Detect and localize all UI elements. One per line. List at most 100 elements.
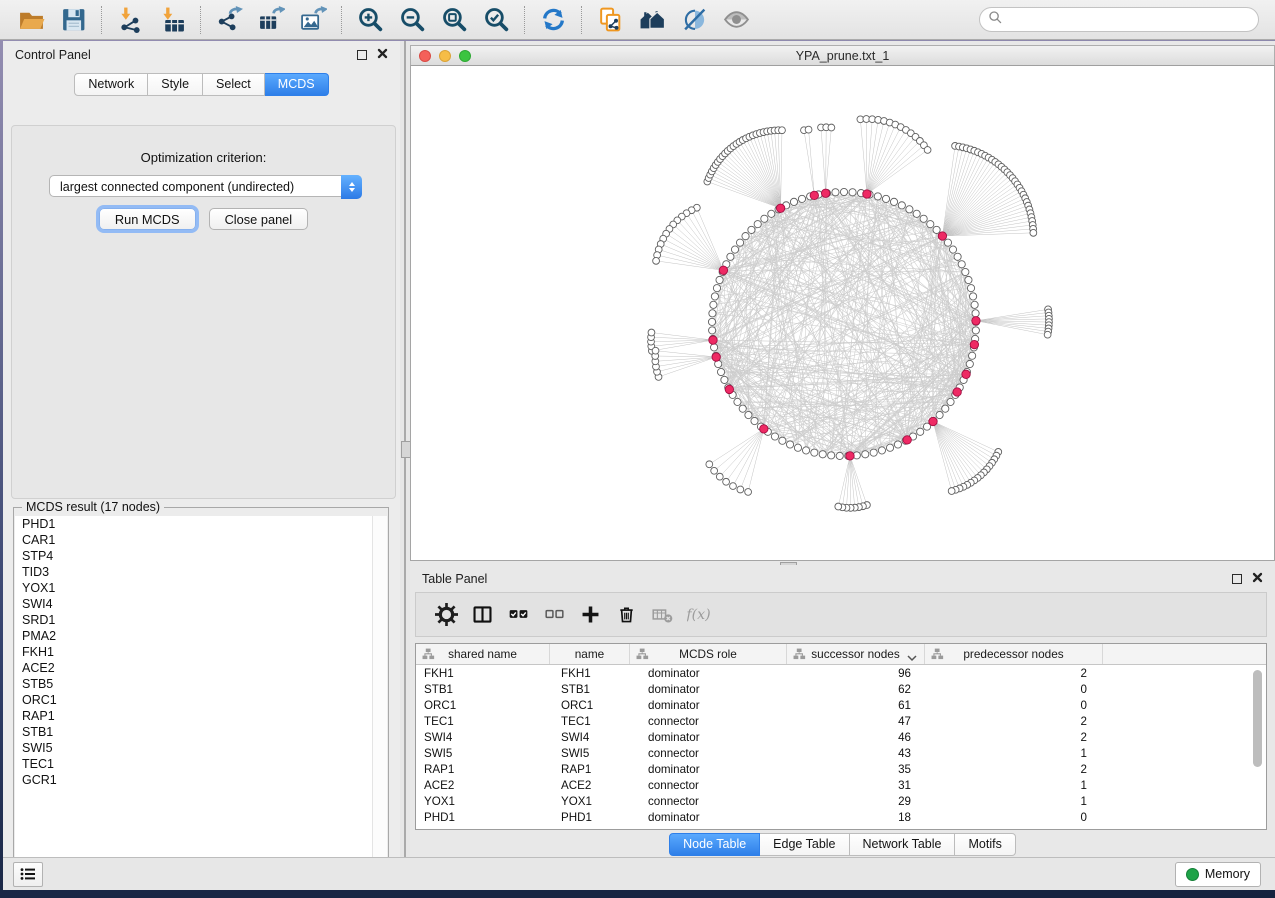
cell-name[interactable]: FKH1 — [550, 667, 630, 680]
tab-motifs[interactable]: Motifs — [955, 833, 1015, 856]
deselect-all-rows-icon[interactable] — [536, 602, 572, 628]
network-node[interactable] — [723, 478, 730, 485]
network-node[interactable] — [716, 473, 723, 480]
network-node[interactable] — [944, 239, 951, 246]
network-node[interactable] — [711, 293, 718, 300]
network-node[interactable] — [779, 127, 786, 134]
network-node[interactable] — [751, 417, 758, 424]
network-node[interactable] — [709, 327, 716, 334]
cell-shared-name[interactable]: ACE2 — [416, 779, 550, 792]
cell-name[interactable]: ACE2 — [550, 779, 630, 792]
cell-predecessor-nodes[interactable]: 1 — [925, 747, 1103, 760]
mcds-node[interactable] — [712, 353, 720, 361]
network-node[interactable] — [933, 226, 940, 233]
table-row[interactable]: PHD1PHD1dominator180 — [416, 809, 1266, 825]
table-row[interactable]: ACE2ACE2connector311 — [416, 777, 1266, 793]
network-node[interactable] — [709, 310, 716, 317]
network-node[interactable] — [739, 405, 746, 412]
mcds-result-item[interactable]: FKH1 — [15, 644, 387, 660]
network-node[interactable] — [734, 398, 741, 405]
network-node[interactable] — [969, 352, 976, 359]
mcds-node[interactable] — [929, 417, 937, 425]
hide-graphics-details-icon[interactable] — [679, 5, 709, 35]
cell-predecessor-nodes[interactable]: 2 — [925, 715, 1103, 728]
table-row[interactable]: TEC1TEC1connector472 — [416, 713, 1266, 729]
optimization-criterion-dropdown[interactable]: largest connected component (undirected) — [49, 175, 362, 197]
cell-shared-name[interactable]: SWI5 — [416, 747, 550, 760]
mcds-result-item[interactable]: PMA2 — [15, 628, 387, 644]
mcds-result-item[interactable]: SWI5 — [15, 740, 387, 756]
network-node[interactable] — [870, 449, 877, 456]
network-node[interactable] — [730, 483, 737, 490]
table-settings-icon[interactable] — [428, 602, 464, 628]
network-node[interactable] — [1044, 331, 1051, 338]
cell-MCDS-role[interactable]: dominator — [630, 731, 787, 744]
network-node[interactable] — [840, 188, 847, 195]
task-history-button[interactable] — [13, 862, 43, 887]
cell-predecessor-nodes[interactable]: 0 — [925, 683, 1103, 696]
network-node[interactable] — [828, 452, 835, 459]
cell-MCDS-role[interactable]: dominator — [630, 811, 787, 824]
column-header-shared-name[interactable]: shared name — [416, 644, 550, 664]
sort-desc-icon[interactable] — [907, 651, 917, 665]
tab-edge-table[interactable]: Edge Table — [760, 833, 849, 856]
cell-shared-name[interactable]: FKH1 — [416, 667, 550, 680]
cell-MCDS-role[interactable]: connector — [630, 715, 787, 728]
mcds-result-item[interactable]: ORC1 — [15, 692, 387, 708]
network-node[interactable] — [958, 261, 965, 268]
network-node[interactable] — [882, 195, 889, 202]
run-mcds-button[interactable]: Run MCDS — [99, 208, 196, 230]
network-node[interactable] — [745, 411, 752, 418]
network-node[interactable] — [832, 189, 839, 196]
tab-network-table[interactable]: Network Table — [850, 833, 956, 856]
network-node[interactable] — [798, 195, 805, 202]
mcds-result-item[interactable]: STP4 — [15, 548, 387, 564]
zoom-fit-icon[interactable] — [439, 5, 469, 35]
clone-network-icon[interactable] — [595, 5, 625, 35]
network-node[interactable] — [648, 329, 655, 336]
mcds-result-item[interactable]: TID3 — [15, 564, 387, 580]
network-node[interactable] — [652, 347, 659, 354]
cell-shared-name[interactable]: STB1 — [416, 683, 550, 696]
network-node[interactable] — [742, 232, 749, 239]
mcds-result-item[interactable]: SWI4 — [15, 596, 387, 612]
network-node[interactable] — [811, 449, 818, 456]
network-node[interactable] — [710, 344, 717, 351]
export-image-icon[interactable] — [298, 5, 328, 35]
close-panel-button[interactable]: Close panel — [209, 208, 309, 230]
column-header-name[interactable]: name — [550, 644, 630, 664]
mcds-node[interactable] — [760, 425, 768, 433]
network-node[interactable] — [771, 433, 778, 440]
network-node[interactable] — [727, 253, 734, 260]
show-graphics-details-icon[interactable] — [721, 5, 751, 35]
network-node[interactable] — [906, 206, 913, 213]
network-node[interactable] — [653, 257, 660, 264]
network-node[interactable] — [965, 276, 972, 283]
tab-mcds[interactable]: MCDS — [265, 73, 329, 96]
cell-successor-nodes[interactable]: 29 — [787, 795, 925, 808]
float-table-panel-icon[interactable] — [1232, 574, 1242, 584]
cell-successor-nodes[interactable]: 43 — [787, 747, 925, 760]
cell-name[interactable]: PHD1 — [550, 811, 630, 824]
search-input[interactable] — [1003, 12, 1258, 28]
column-header-predecessor-nodes[interactable]: predecessor nodes — [925, 644, 1103, 664]
network-window-titlebar[interactable]: YPA_prune.txt_1 — [410, 45, 1275, 66]
mcds-result-item[interactable]: YOX1 — [15, 580, 387, 596]
vertical-splitter[interactable] — [400, 41, 410, 858]
cell-shared-name[interactable]: ORC1 — [416, 699, 550, 712]
network-node[interactable] — [790, 198, 797, 205]
table-row[interactable]: RAP1RAP1dominator352 — [416, 761, 1266, 777]
network-node[interactable] — [761, 215, 768, 222]
import-network-icon[interactable] — [115, 5, 145, 35]
network-node[interactable] — [913, 210, 920, 217]
mcds-result-list[interactable]: PHD1CAR1STP4TID3YOX1SWI4SRD1PMA2FKH1ACE2… — [15, 516, 387, 879]
network-node[interactable] — [748, 226, 755, 233]
network-node[interactable] — [779, 437, 786, 444]
mcds-node[interactable] — [776, 204, 784, 212]
network-node[interactable] — [802, 447, 809, 454]
network-node[interactable] — [737, 486, 744, 493]
mcds-node[interactable] — [953, 388, 961, 396]
cell-successor-nodes[interactable]: 47 — [787, 715, 925, 728]
network-node[interactable] — [967, 285, 974, 292]
close-table-panel-icon[interactable] — [1252, 570, 1263, 588]
